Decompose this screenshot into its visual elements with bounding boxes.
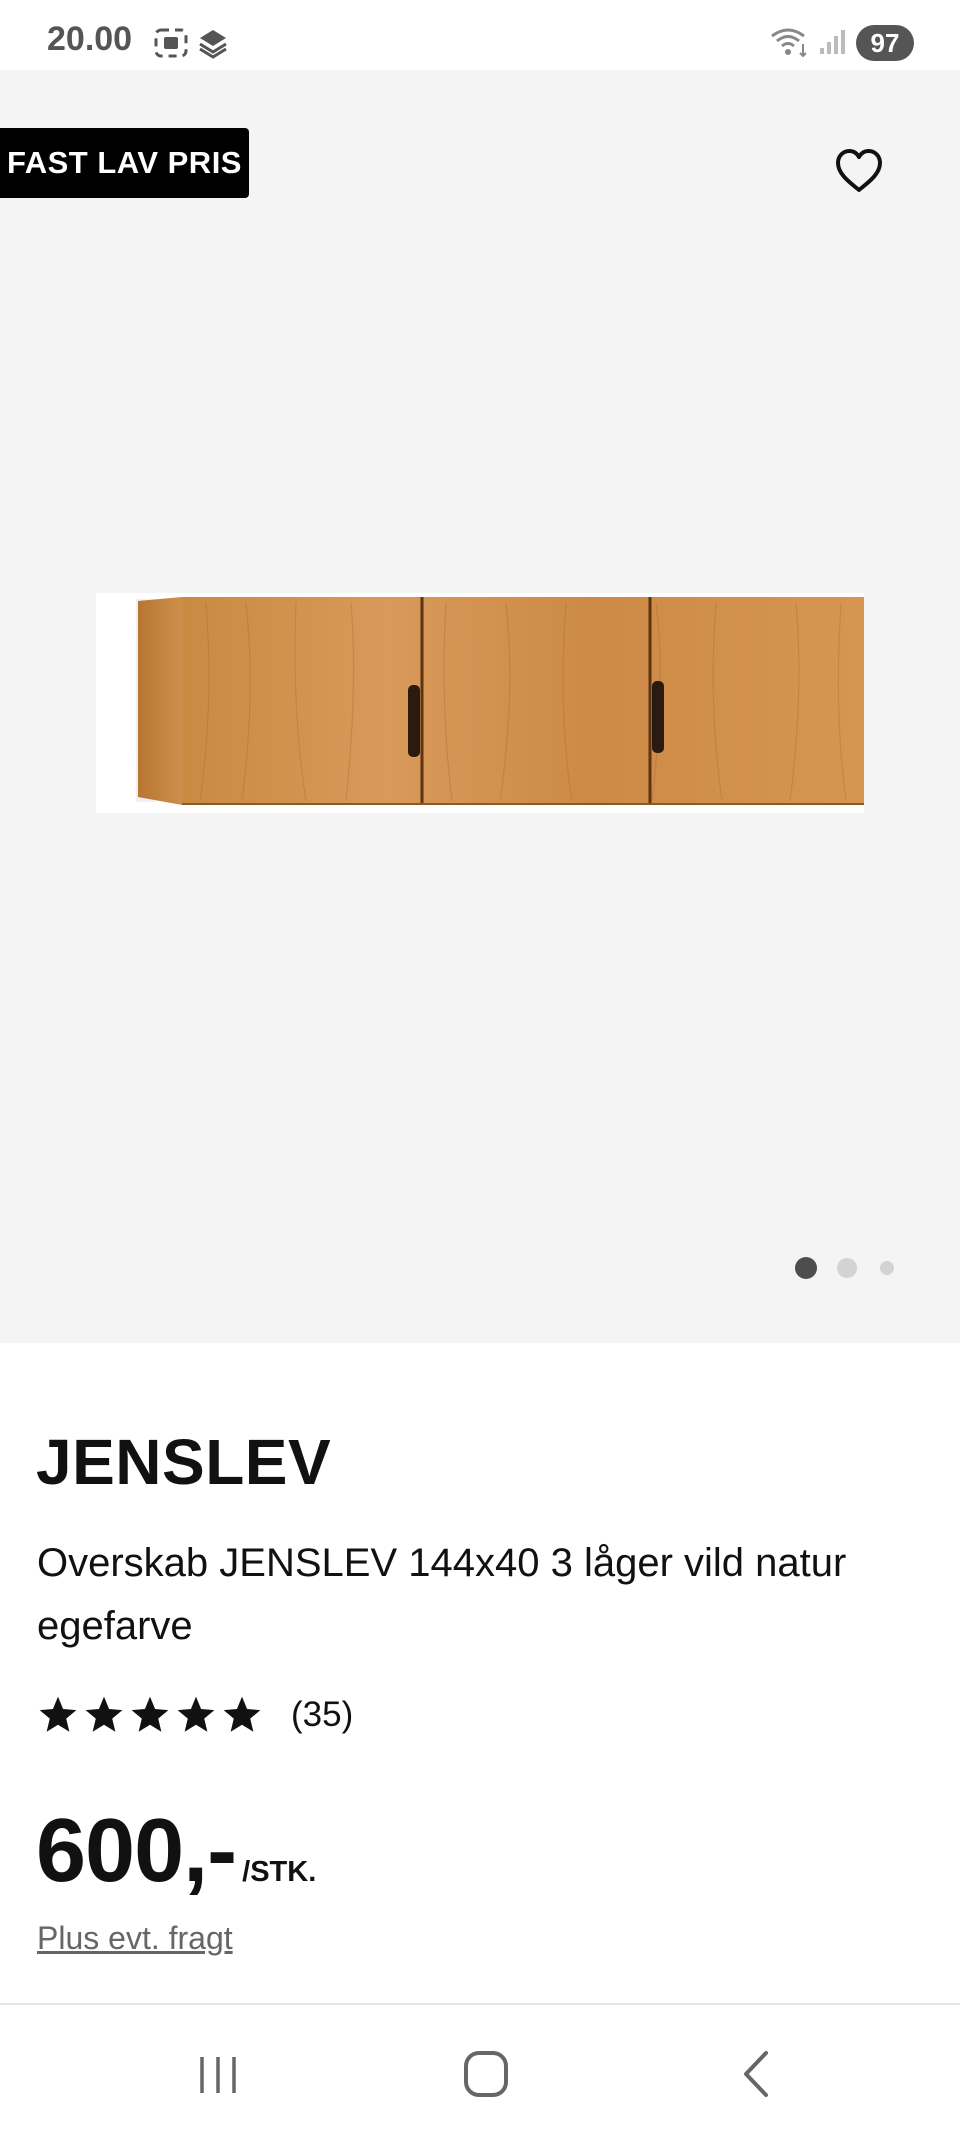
status-time: 20.00: [47, 20, 133, 58]
product-description: Overskab JENSLEV 144x40 3 låger vild nat…: [37, 1541, 847, 1648]
price-row: 600,- /STK.: [36, 1800, 316, 1903]
back-icon[interactable]: [738, 2049, 774, 2104]
pagination-dot[interactable]: [880, 1261, 894, 1275]
price-badge: FAST LAV PRIS: [0, 128, 249, 198]
layers-icon: [196, 26, 230, 65]
product-image-gallery[interactable]: FAST LAV PRIS: [0, 70, 960, 1343]
star-icon: [223, 1696, 261, 1732]
rating-stars: [37, 1694, 263, 1736]
wifi-icon: [770, 26, 810, 63]
star-icon: [39, 1696, 77, 1732]
product-brand: JENSLEV: [36, 1426, 332, 1498]
heart-icon: [836, 149, 882, 192]
favorite-button[interactable]: [832, 146, 886, 196]
star-icon: [85, 1696, 123, 1732]
product-price: 600,-: [36, 1801, 237, 1901]
star-icon: [131, 1696, 169, 1732]
image-pagination: [792, 1256, 902, 1280]
price-unit: /STK.: [242, 1856, 317, 1888]
review-count[interactable]: (35): [291, 1695, 353, 1735]
shipping-info-link[interactable]: Plus evt. fragt: [37, 1920, 233, 1957]
system-navigation-bar: [0, 2003, 960, 2135]
battery-indicator: 97: [856, 25, 914, 61]
recent-apps-icon[interactable]: [196, 2053, 240, 2102]
product-image[interactable]: [96, 593, 864, 813]
star-icon: [177, 1696, 215, 1732]
status-bar: 20.00 97: [0, 0, 960, 70]
pagination-dot[interactable]: [837, 1258, 857, 1278]
screenshot-icon: [154, 28, 188, 63]
cell-signal-icon: [818, 28, 846, 61]
product-rating[interactable]: (35): [37, 1690, 353, 1740]
home-icon[interactable]: [462, 2049, 510, 2104]
pagination-dot-active[interactable]: [795, 1257, 817, 1279]
